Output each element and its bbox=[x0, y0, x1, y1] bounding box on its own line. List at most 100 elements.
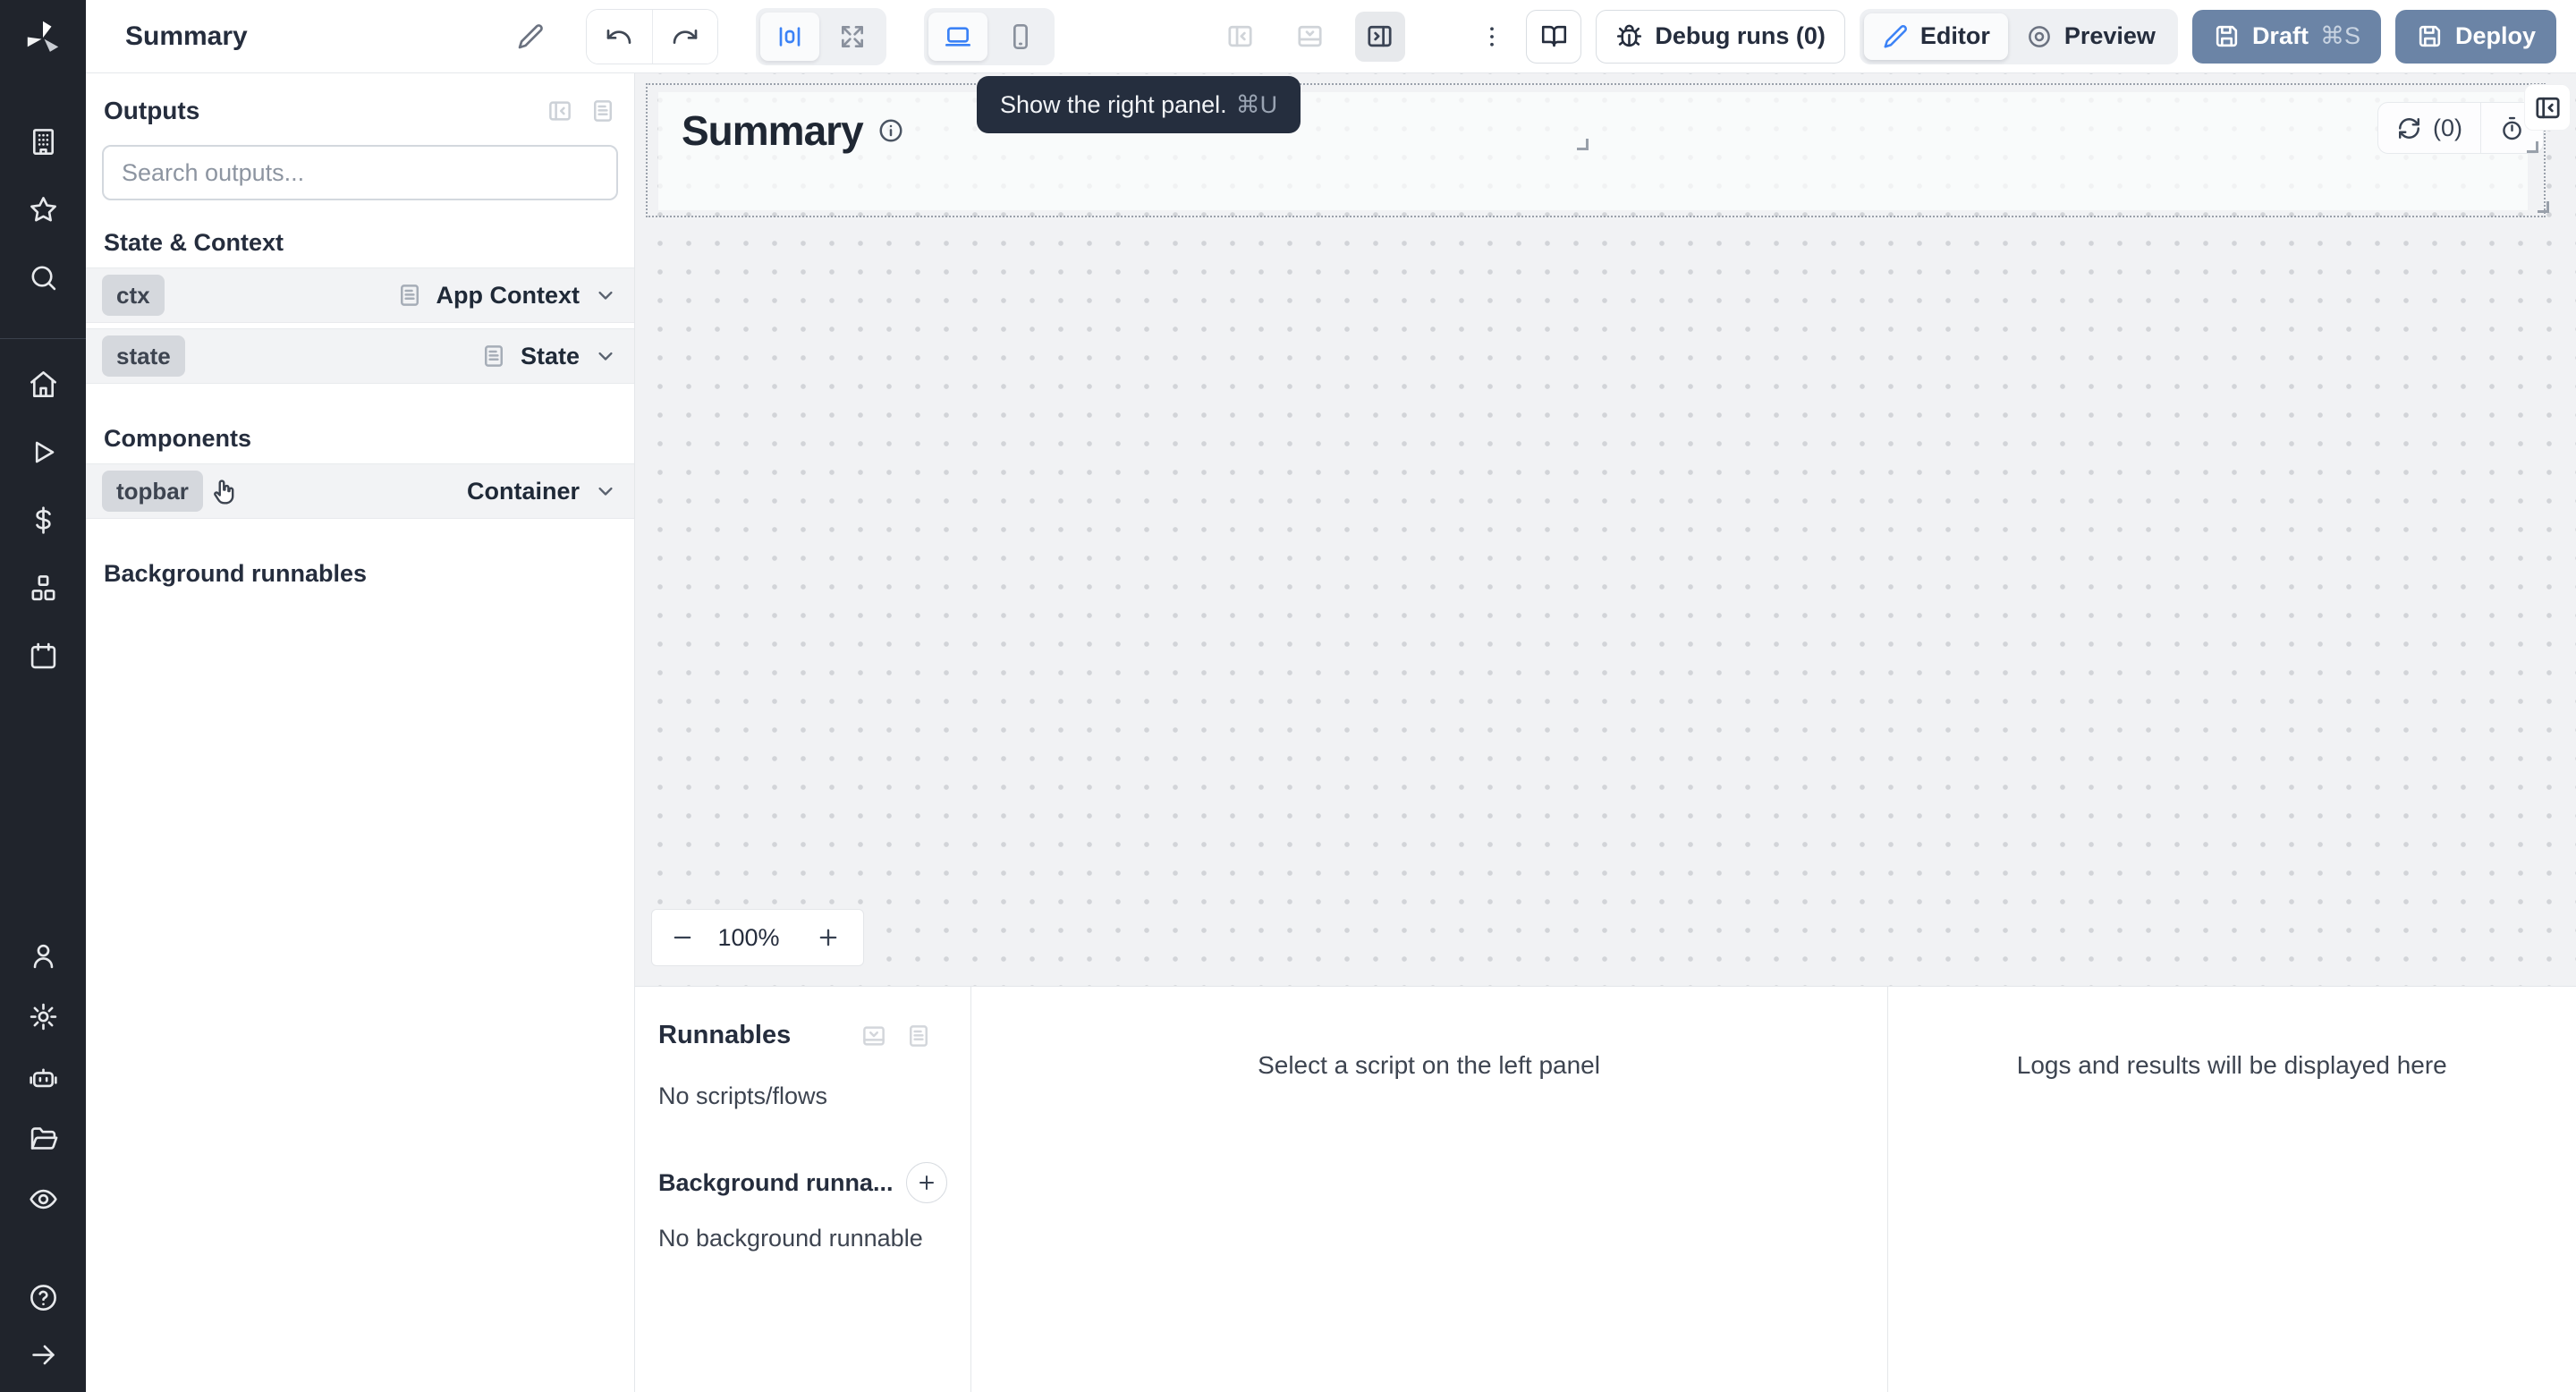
open-right-panel-button[interactable] bbox=[2524, 84, 2571, 131]
boxes-icon bbox=[28, 573, 59, 604]
editor-preview-toggle: Editor Preview bbox=[1859, 8, 2178, 64]
panel-collapse-icon bbox=[2533, 93, 2563, 123]
redo-button[interactable] bbox=[651, 9, 717, 64]
star-icon bbox=[28, 194, 59, 225]
output-row-topbar[interactable]: topbar Container bbox=[86, 463, 634, 519]
resize-handle[interactable] bbox=[1577, 139, 1589, 150]
chevron-down-icon[interactable] bbox=[593, 283, 618, 308]
outputs-doc-button[interactable] bbox=[589, 98, 616, 124]
sidebar-item-favorites[interactable] bbox=[0, 175, 86, 243]
laptop-icon bbox=[944, 22, 972, 51]
building-icon bbox=[28, 126, 59, 157]
toggle-bottom-panel-button[interactable] bbox=[1285, 12, 1335, 62]
collapse-runnables-panel-button[interactable] bbox=[860, 1023, 887, 1049]
sidebar-item-home[interactable] bbox=[0, 350, 86, 418]
docs-button[interactable] bbox=[1526, 9, 1582, 64]
canvas-refresh-group: (0) bbox=[2377, 102, 2544, 154]
zoom-out-button[interactable] bbox=[670, 925, 695, 950]
more-menu-button[interactable] bbox=[1472, 12, 1512, 62]
plus-icon bbox=[916, 1172, 937, 1193]
search-icon bbox=[28, 262, 59, 293]
output-row-ctx[interactable]: ctx App Context bbox=[86, 267, 634, 323]
info-icon[interactable] bbox=[877, 117, 904, 144]
eye-icon bbox=[28, 1184, 59, 1215]
mobile-view-button[interactable] bbox=[991, 13, 1050, 61]
debug-runs-button[interactable]: Debug runs (0) bbox=[1596, 9, 1845, 64]
center-canvas-button[interactable] bbox=[759, 12, 819, 61]
plus-icon bbox=[816, 925, 841, 950]
undo-icon bbox=[605, 22, 633, 51]
no-background-runnable-text: No background runnable bbox=[658, 1225, 923, 1252]
sidebar-item-audit[interactable] bbox=[0, 1168, 86, 1229]
windmill-app-editor: Summary Debug runs (0) Editor Preview Dr… bbox=[0, 0, 2576, 1392]
undo-button[interactable] bbox=[586, 9, 652, 64]
sidebar-item-search[interactable] bbox=[0, 243, 86, 311]
add-background-runnable-button[interactable] bbox=[905, 1162, 947, 1203]
app-canvas[interactable]: Summary (0) Show the right panel. ⌘U 100… bbox=[635, 73, 2576, 986]
sidebar-item-settings[interactable] bbox=[0, 986, 86, 1047]
logs-placeholder-text: Logs and results will be displayed here bbox=[2016, 1051, 2447, 1079]
edit-title-button[interactable] bbox=[516, 22, 545, 51]
output-row-state[interactable]: state State bbox=[86, 328, 634, 384]
doc-icon bbox=[905, 1023, 932, 1049]
panel-left-icon bbox=[1225, 21, 1255, 51]
ctx-type-label: App Context bbox=[436, 281, 580, 309]
toggle-right-panel-button[interactable] bbox=[1354, 11, 1405, 62]
sidebar-item-users[interactable] bbox=[0, 925, 86, 986]
search-outputs-input[interactable] bbox=[102, 145, 618, 200]
background-runnables-section-label: Background runnables bbox=[104, 560, 368, 587]
collapse-outputs-panel-button[interactable] bbox=[547, 98, 573, 124]
timer-icon bbox=[2499, 115, 2525, 141]
pencil-icon bbox=[1882, 23, 1909, 50]
runnables-doc-button[interactable] bbox=[905, 1023, 932, 1049]
state-context-section-label: State & Context bbox=[104, 229, 284, 256]
redo-icon bbox=[671, 22, 699, 51]
bot-icon bbox=[28, 1062, 59, 1093]
state-type-label: State bbox=[520, 342, 580, 369]
resize-handle[interactable] bbox=[2538, 201, 2549, 213]
sidebar-item-workspace[interactable] bbox=[0, 107, 86, 175]
app-title: Summary bbox=[125, 21, 248, 51]
sidebar-item-runs[interactable] bbox=[0, 418, 86, 486]
desktop-view-button[interactable] bbox=[928, 12, 987, 61]
deploy-label: Deploy bbox=[2454, 22, 2536, 49]
sidebar-item-variables[interactable] bbox=[0, 486, 86, 554]
doc-icon bbox=[480, 343, 507, 369]
topbar-component-selection: Summary bbox=[646, 83, 2546, 217]
panel-chevron-down-icon bbox=[860, 1023, 887, 1049]
refresh-components-button[interactable]: (0) bbox=[2378, 103, 2480, 153]
sidebar-expand-button[interactable] bbox=[0, 1326, 86, 1383]
global-sidebar bbox=[0, 0, 86, 1392]
zoom-in-button[interactable] bbox=[802, 917, 854, 958]
tooltip-text: Show the right panel. bbox=[1000, 90, 1227, 118]
preview-target-icon bbox=[2026, 23, 2053, 50]
expand-icon bbox=[838, 22, 867, 51]
toggle-left-panel-button[interactable] bbox=[1216, 12, 1266, 62]
tab-editor[interactable]: Editor bbox=[1863, 13, 2008, 60]
canvas-zoom-control: 100% bbox=[651, 909, 864, 966]
debug-runs-label: Debug runs (0) bbox=[1655, 22, 1826, 49]
tooltip-shortcut: ⌘U bbox=[1235, 90, 1278, 118]
chevron-down-icon[interactable] bbox=[593, 479, 618, 504]
topbar-component[interactable]: Summary bbox=[658, 92, 2528, 210]
sidebar-item-resources[interactable] bbox=[0, 554, 86, 622]
draft-button[interactable]: Draft ⌘S bbox=[2191, 9, 2381, 64]
sidebar-item-help[interactable] bbox=[0, 1269, 86, 1326]
chevron-down-icon[interactable] bbox=[593, 344, 618, 369]
outputs-panel: Outputs State & Context ctx App Context bbox=[86, 73, 635, 1392]
windmill-logo[interactable] bbox=[0, 0, 86, 73]
panel-collapse-icon bbox=[547, 98, 573, 124]
sidebar-item-folders[interactable] bbox=[0, 1108, 86, 1168]
resize-handle[interactable] bbox=[2527, 141, 2538, 153]
sidebar-item-workers[interactable] bbox=[0, 1047, 86, 1108]
tab-preview[interactable]: Preview bbox=[2008, 13, 2174, 60]
script-placeholder-text: Select a script on the left panel bbox=[1258, 1051, 1600, 1079]
fullscreen-canvas-button[interactable] bbox=[823, 13, 882, 61]
refresh-icon bbox=[2396, 115, 2422, 141]
panel-right-icon bbox=[1365, 21, 1394, 51]
sidebar-item-schedules[interactable] bbox=[0, 622, 86, 690]
panel-bottom-icon bbox=[1295, 21, 1325, 51]
topbar-type-label: Container bbox=[466, 477, 580, 505]
align-center-icon bbox=[775, 22, 804, 51]
deploy-button[interactable]: Deploy bbox=[2394, 9, 2556, 64]
